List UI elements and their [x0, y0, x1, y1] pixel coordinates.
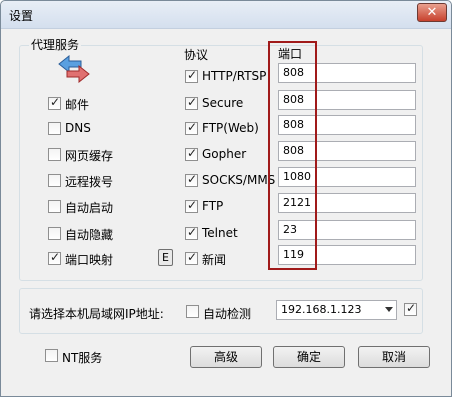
cancel-button[interactable]: 取消: [358, 346, 430, 368]
option-checkbox[interactable]: [48, 250, 61, 265]
protocol-label: Gopher: [202, 147, 247, 161]
protocol-header: 协议: [184, 48, 209, 62]
ip-extra-checkbox[interactable]: [404, 301, 417, 316]
option-checkbox[interactable]: [48, 122, 61, 135]
auto-detect-label: 自动检测: [203, 307, 252, 321]
protocol-checkbox[interactable]: [185, 250, 198, 265]
protocol-checkbox[interactable]: [185, 68, 198, 83]
option-label: 端口映射: [65, 253, 114, 267]
chevron-down-icon: [385, 307, 393, 312]
option-label: DNS: [65, 121, 91, 135]
option-checkbox[interactable]: [48, 174, 61, 187]
option-checkbox[interactable]: [48, 200, 61, 213]
option-label: 网页缓存: [65, 149, 114, 163]
nt-service-label: NT服务: [62, 351, 103, 365]
option-label: 远程拨号: [65, 175, 114, 189]
protocol-label: SOCKS/MMS: [202, 173, 276, 187]
nt-service-checkbox[interactable]: [45, 349, 58, 362]
option-checkbox[interactable]: [48, 95, 61, 110]
settings-dialog: 设置 ✕ 代理服务 邮件DNS网页缓存远程拨号自动启动自动隐藏端口映射 协议 端…: [0, 0, 452, 397]
protocol-checkbox[interactable]: [185, 198, 198, 213]
ip-address-value: 192.168.1.123: [281, 303, 362, 316]
window-title: 设置: [9, 9, 34, 23]
option-label: 自动隐藏: [65, 228, 114, 242]
protocol-label: Telnet: [202, 226, 238, 240]
title-bar: 设置 ✕: [1, 1, 451, 29]
proxy-service-label: 代理服务: [29, 36, 82, 53]
protocol-checkbox[interactable]: [185, 120, 198, 135]
auto-detect-checkbox[interactable]: [186, 305, 199, 318]
protocol-checkbox[interactable]: [185, 172, 198, 187]
protocol-label: 新闻: [202, 253, 227, 267]
ok-button[interactable]: 确定: [273, 346, 345, 368]
protocol-checkbox[interactable]: [185, 95, 198, 110]
lan-ip-label: 请选择本机局域网IP地址:: [29, 307, 164, 321]
swap-arrows-icon: [58, 55, 90, 83]
advanced-button[interactable]: 高级: [190, 346, 262, 368]
option-checkbox[interactable]: [48, 148, 61, 161]
close-button[interactable]: ✕: [417, 3, 447, 22]
protocol-checkbox[interactable]: [185, 225, 198, 240]
option-label: 邮件: [65, 98, 90, 112]
option-label: 自动启动: [65, 201, 114, 215]
protocol-label: HTTP/RTSP: [202, 69, 267, 83]
port-mapping-edit-button[interactable]: E: [158, 249, 173, 266]
ip-address-select[interactable]: 192.168.1.123: [276, 300, 397, 320]
protocol-checkbox[interactable]: [185, 146, 198, 161]
close-icon: ✕: [426, 5, 438, 20]
protocol-label: Secure: [202, 96, 244, 110]
port-column-highlight: [268, 41, 317, 270]
option-checkbox[interactable]: [48, 227, 61, 240]
protocol-label: FTP(Web): [202, 121, 259, 135]
protocol-label: FTP: [202, 199, 224, 213]
